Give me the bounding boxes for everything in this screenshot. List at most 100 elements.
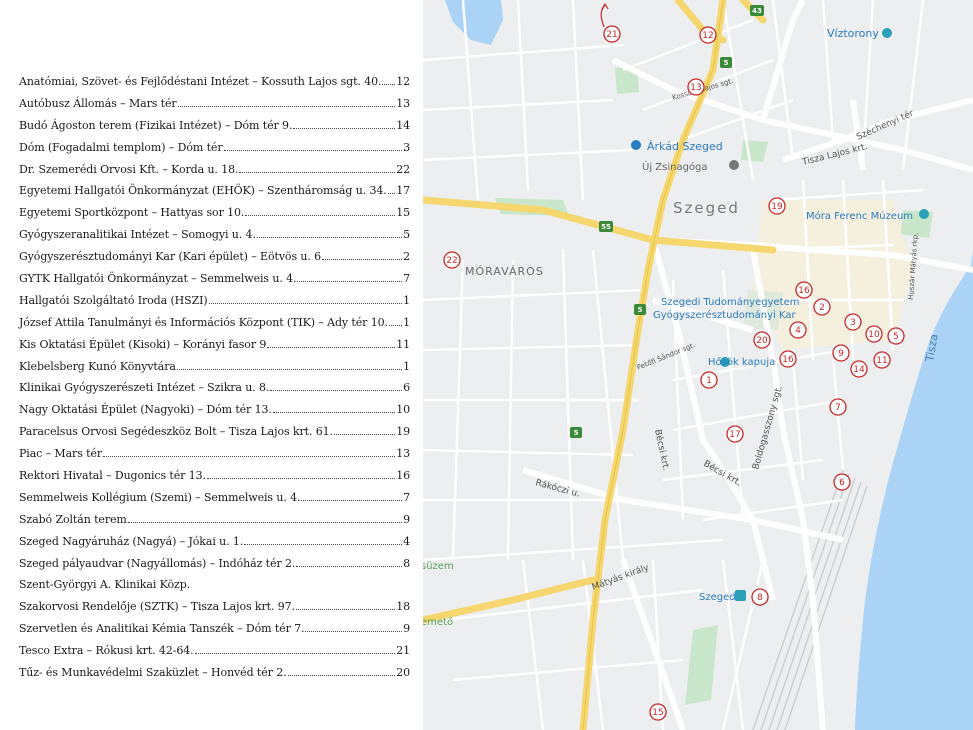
marker[interactable]: 3 — [844, 313, 862, 331]
index-entry-name: Szeged pályaudvar (Nagyállomás) – Indóhá… — [19, 556, 296, 570]
marker[interactable]: 22 — [443, 251, 461, 269]
index-entry: Nagy Oktatási Épület (Nagyoki) – Dóm tér… — [19, 403, 410, 425]
marker[interactable]: 20 — [753, 331, 771, 349]
index-entry-page: 21 — [396, 644, 410, 658]
index-entry-name: Szeged Nagyáruház (Nagyá) – Jókai u. 1. — [19, 534, 244, 548]
leader-dots — [387, 193, 396, 195]
index-entry: Klinikai Gyógyszerészeti Intézet – Szikr… — [19, 381, 410, 403]
leader-dots — [223, 149, 403, 151]
marker-label: 6 — [839, 478, 845, 488]
index-entry-page: 22 — [396, 162, 410, 176]
marker[interactable]: 15 — [649, 703, 667, 721]
marker-label: 11 — [876, 356, 887, 366]
index-entry: Egyetemi Hallgatói Önkormányzat (EHÖK) –… — [19, 184, 410, 206]
marker[interactable]: 4 — [789, 321, 807, 339]
marker[interactable]: 19 — [768, 197, 786, 215]
marker-label: 22 — [446, 256, 457, 266]
marker[interactable]: 5 — [887, 327, 905, 345]
marker[interactable]: 10 — [865, 325, 883, 343]
index-entry: Egyetemi Sportközpont – Hattyas sor 10. 1… — [19, 206, 410, 228]
poi-gytk: Gyógyszerésztudományi Kar — [653, 309, 796, 321]
index-entry: GYTK Hallgatói Önkormányzat – Semmelweis… — [19, 272, 410, 294]
leader-dots — [244, 543, 403, 545]
index-entry: Gyógyszerésztudományi Kar (Kari épület) … — [19, 250, 410, 272]
marker[interactable]: 2 — [813, 298, 831, 316]
index-entry-page: 5 — [403, 228, 410, 242]
leader-dots — [295, 609, 396, 611]
index-entry-name: Gyógyszeranalitikai Intézet – Somogyi u.… — [19, 228, 256, 242]
marker[interactable]: 9 — [832, 344, 850, 362]
marker[interactable]: 16 — [795, 281, 813, 299]
marker-label: 15 — [652, 708, 663, 718]
marker-label: 10 — [868, 330, 880, 340]
index-entry-page: 11 — [396, 337, 410, 351]
marker[interactable]: 1 — [700, 371, 718, 389]
marker-label: 12 — [702, 31, 713, 41]
index-entry-name: Semmelweis Kollégium (Szemi) – Semmelwei… — [19, 490, 301, 504]
poi-mora-museum: Móra Ferenc Múzeum — [806, 210, 913, 222]
leader-dots — [272, 412, 396, 414]
leader-dots — [382, 84, 396, 85]
index-entry: Szervetlen és Analitikai Kémia Tanszék –… — [19, 622, 410, 644]
marker[interactable]: 8 — [751, 588, 769, 606]
index-entry-name: Budó Ágoston terem (Fizikai Intézet) – D… — [19, 118, 293, 132]
index-entry-name: Klinikai Gyógyszerészeti Intézet – Szikr… — [19, 381, 270, 395]
index-entry-name: Gyógyszerésztudományi Kar (Kari épület) … — [19, 250, 322, 264]
index-entry-name: Hallgatói Szolgáltató Iroda (HSZI) — [19, 293, 208, 307]
index-entry-name: Rektori Hivatal – Dugonics tér 13. — [19, 469, 206, 483]
leader-dots — [256, 237, 403, 239]
index-entry-name: Dóm (Fogadalmi templom) – Dóm tér — [19, 140, 223, 154]
leader-dots — [267, 346, 396, 348]
marker[interactable]: 17 — [726, 425, 744, 443]
index-entry-name: Tűz- és Munkavédelmi Szaküzlet – Honvéd … — [19, 666, 287, 680]
index-entry-page: 15 — [396, 206, 410, 220]
index-entry-name: Paracelsus Orvosi Segédeszköz Bolt – Tis… — [19, 425, 333, 439]
marker-label: 16 — [782, 355, 794, 365]
index-entry: Budó Ágoston terem (Fizikai Intézet) – D… — [19, 119, 410, 141]
marker[interactable]: 12 — [699, 26, 717, 44]
marker-label: 17 — [729, 430, 740, 440]
marker[interactable]: 11 — [873, 351, 891, 369]
index-entry-name: Szent-Györgyi A. Klinikai Közp. — [19, 578, 191, 592]
index-entry: Anatómiai, Szövet- és Fejlődéstani Intéz… — [19, 75, 410, 97]
marker[interactable]: 13 — [687, 78, 705, 96]
index-entry: Tűz- és Munkavédelmi Szaküzlet – Honvéd … — [19, 666, 410, 688]
index-entry-page: 6 — [403, 381, 410, 395]
leader-dots — [103, 456, 396, 458]
index-entry: Gyógyszeranalitikai Intézet – Somogyi u.… — [19, 228, 410, 250]
poi-arkad: Árkád Szeged — [647, 140, 723, 153]
marker[interactable]: 16 — [779, 350, 797, 368]
marker-label: 8 — [757, 593, 763, 603]
index-entry-page: 9 — [403, 512, 410, 526]
leader-dots — [301, 499, 403, 501]
index-entry-name: Egyetemi Hallgatói Önkormányzat (EHÖK) –… — [19, 184, 387, 198]
marker-label: 16 — [798, 286, 810, 296]
leader-dots — [270, 390, 403, 392]
leader-dots — [176, 368, 403, 370]
index-entry-page: 16 — [396, 469, 410, 483]
route-badge-5: 5 — [638, 306, 643, 314]
map[interactable]: 43 5 55 5 5 Tisza Lajos krt. Széchenyi t… — [423, 0, 973, 730]
index-entry-name: József Attila Tanulmányi és Információs … — [19, 315, 388, 329]
index-entry: Paracelsus Orvosi Segédeszköz Bolt – Tis… — [19, 425, 410, 447]
index-entry: Piac – Mars tér 13 — [19, 447, 410, 469]
marker-label: 9 — [838, 349, 844, 359]
marker-label: 21 — [606, 30, 617, 40]
index-entry-page: 17 — [396, 184, 410, 198]
leader-dots — [287, 675, 396, 677]
leader-dots — [127, 521, 403, 523]
index-entry-page: 10 — [396, 403, 410, 417]
district-label: MÓRAVÁROS — [465, 265, 544, 278]
index-entry: Dóm (Fogadalmi templom) – Dóm tér 3 — [19, 141, 410, 163]
location-index: Anatómiai, Szövet- és Fejlődéstani Intéz… — [0, 0, 423, 730]
museum-icon — [919, 209, 929, 219]
marker[interactable]: 7 — [829, 398, 847, 416]
marker-label: 13 — [690, 83, 701, 93]
marker[interactable]: 14 — [850, 360, 868, 378]
index-entry-page: 18 — [396, 600, 410, 614]
marker-label: 2 — [819, 303, 825, 313]
index-entry-page: 1 — [403, 293, 410, 307]
marker[interactable]: 6 — [833, 473, 851, 491]
marker-label: 3 — [850, 318, 856, 328]
leader-dots — [177, 105, 396, 107]
